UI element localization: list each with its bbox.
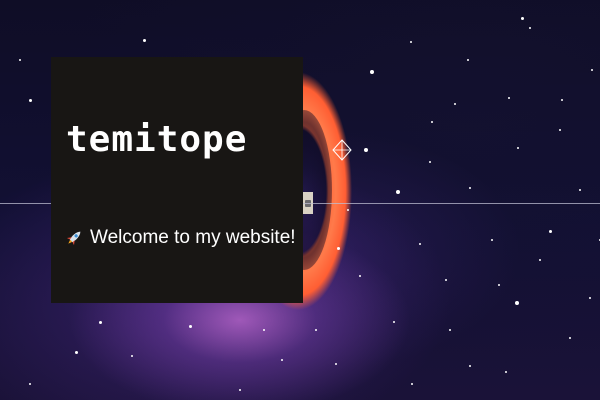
star [142, 38, 146, 42]
crystal-icon [332, 139, 352, 161]
star [74, 350, 78, 354]
star [28, 98, 32, 102]
star [517, 147, 519, 149]
star [559, 129, 561, 131]
welcome-text: Welcome to my website! [90, 227, 296, 248]
star [411, 383, 413, 385]
star [396, 190, 400, 194]
star [19, 59, 21, 61]
site-logo[interactable]: temitope [66, 120, 247, 160]
star [505, 371, 507, 373]
star [364, 148, 368, 152]
star [561, 99, 563, 101]
star [508, 97, 510, 99]
star [579, 189, 581, 191]
star [589, 297, 591, 299]
star [539, 259, 541, 261]
rocket-icon [66, 231, 81, 246]
star [431, 121, 433, 123]
intro-card [51, 57, 303, 303]
star [491, 239, 493, 241]
welcome-message: Welcome to my website! [64, 224, 296, 252]
star [336, 246, 340, 250]
star [449, 329, 451, 331]
star [410, 41, 412, 43]
star [591, 69, 593, 71]
star [370, 70, 374, 74]
star [98, 320, 102, 324]
star [131, 355, 133, 357]
star [359, 275, 361, 277]
star [335, 363, 337, 365]
star [315, 329, 317, 331]
star [529, 27, 531, 29]
star [469, 187, 471, 189]
star [263, 329, 265, 331]
star [429, 161, 431, 163]
star [520, 16, 524, 20]
star [569, 337, 571, 339]
star [29, 383, 31, 385]
star [281, 359, 283, 361]
star [188, 324, 192, 328]
star [239, 389, 241, 391]
star [419, 243, 421, 245]
star [498, 284, 500, 286]
star [469, 365, 471, 367]
star [467, 59, 469, 61]
star [445, 279, 447, 281]
star [393, 321, 395, 323]
star [347, 209, 349, 211]
star [454, 103, 456, 105]
star [548, 229, 552, 233]
star [515, 301, 519, 305]
